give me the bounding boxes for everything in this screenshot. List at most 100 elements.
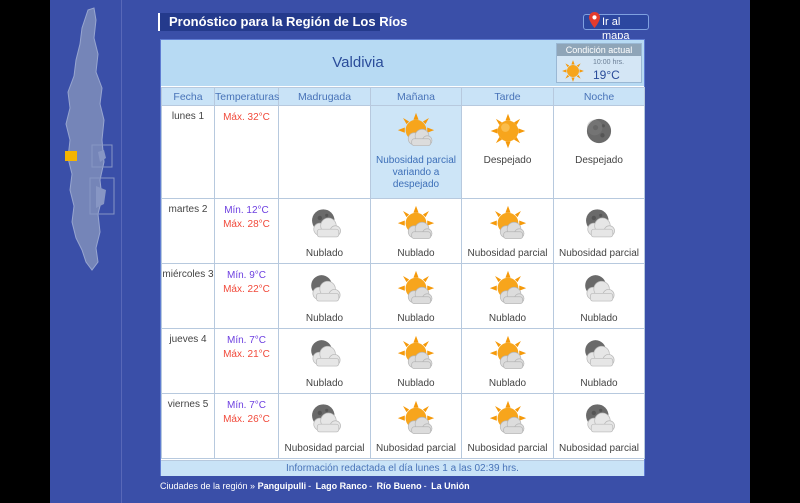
forecast-cell: Nubosidad parcial <box>461 393 554 459</box>
forecast-label: Nublado <box>397 313 435 324</box>
sun-cloud-icon <box>486 335 530 373</box>
forecast-cell: Nubosidad parcial <box>553 393 645 459</box>
sun-cloud-icon <box>394 205 438 243</box>
sun-cloud-icon <box>394 112 438 150</box>
forecast-cell: Nublado <box>461 263 554 329</box>
forecast-cell: Nublado <box>278 328 371 394</box>
forecast-date: miércoles 3 <box>161 263 215 329</box>
forecast-cell: Nublado <box>553 328 645 394</box>
forecast-label: Nublado <box>397 378 435 389</box>
moon-icon <box>577 112 621 150</box>
forecast-cell: Nublado <box>278 198 371 264</box>
moon-cloud-icon <box>303 205 347 243</box>
sun-icon <box>561 59 585 88</box>
sun-cloud-icon <box>486 205 530 243</box>
los-rios-region[interactable] <box>65 151 77 161</box>
city-name: Valdivia <box>332 54 384 71</box>
city-link[interactable]: Río Bueno <box>377 481 422 491</box>
forecast-date: martes 2 <box>161 198 215 264</box>
forecast-label: Nubosidad parcial <box>467 443 548 454</box>
forecast-label: Nublado <box>488 378 527 389</box>
temperature-cell: Mín. 12°C Máx. 28°C <box>214 198 279 264</box>
forecast-label: Nublado <box>580 378 618 389</box>
forecast-cell: Nubosidad parcial <box>461 198 554 264</box>
forecast-label: Nublado <box>305 378 344 389</box>
current-condition-time: 10:00 hrs. <box>593 59 625 66</box>
separator: - <box>308 481 312 491</box>
city-link[interactable]: Lago Ranco <box>316 481 368 491</box>
table-row: lunes 1 Máx. 32°C Nubosidad parcial varian… <box>161 105 645 199</box>
cloud-icon <box>303 335 347 373</box>
forecast-date: lunes 1 <box>161 105 215 199</box>
cloud-icon <box>303 270 347 308</box>
forecast-cell: Despejado <box>461 105 554 199</box>
city-link[interactable]: La Unión <box>431 481 470 491</box>
max-temp: Máx. 21°C <box>223 349 270 360</box>
chile-silhouette <box>65 7 105 271</box>
forecast-cell: Nublado <box>370 263 462 329</box>
page-title: Pronóstico para la Región de Los Ríos <box>158 13 407 31</box>
forecast-label: Nublado <box>397 248 435 259</box>
forecast-cell: Nublado <box>370 328 462 394</box>
min-temp: Mín. 9°C <box>226 270 266 281</box>
table-row: jueves 4 Mín. 7°C Máx. 21°C Nublado Nublado N… <box>161 328 645 394</box>
table-row: martes 2 Mín. 12°C Máx. 28°C Nublado Nublado… <box>161 198 645 264</box>
forecast-label: Despejado <box>575 155 623 166</box>
forecast-cell: Nublado <box>461 328 554 394</box>
page-stage: Pronóstico para la Región de Los Ríos Ir… <box>50 0 750 503</box>
city-header: Valdivia Condición actual 10:00 hrs. 19°… <box>161 40 644 86</box>
temperature-cell: Mín. 7°C Máx. 21°C <box>214 328 279 394</box>
forecast-label: Nublado <box>305 248 344 259</box>
max-temp: Máx. 32°C <box>223 112 270 123</box>
footer-note: Información redactada el día lunes 1 a l… <box>161 460 644 476</box>
sun-cloud-icon <box>486 400 530 438</box>
col-header: Madrugada <box>278 87 371 106</box>
forecast-panel: Valdivia Condición actual 10:00 hrs. 19°… <box>160 39 645 476</box>
max-temp: Máx. 28°C <box>223 219 270 230</box>
table-row: miércoles 3 Mín. 9°C Máx. 22°C Nublado Nubla… <box>161 263 645 329</box>
forecast-label: Nubosidad parcial <box>375 443 457 454</box>
forecast-cell: Nublado <box>553 263 645 329</box>
forecast-cell: Nublado <box>370 198 462 264</box>
temperature-cell: Máx. 32°C <box>214 105 279 199</box>
separator: - <box>423 481 427 491</box>
current-condition: Condición actual 10:00 hrs. 19°C <box>556 43 642 83</box>
forecast-cell: Nubosidad parcial <box>370 393 462 459</box>
sun-cloud-icon <box>486 270 530 308</box>
forecast-label: Nubosidad parcial <box>467 248 548 259</box>
cloud-icon <box>577 270 621 308</box>
table-row: viernes 5 Mín. 7°C Máx. 26°C Nubosidad parc… <box>161 393 645 459</box>
forecast-label: Nubosidad parcial <box>558 443 640 454</box>
island-shape-2 <box>96 186 106 208</box>
forecast-table: Fecha Temperaturas Madrugada Mañana Tard… <box>161 87 645 459</box>
min-temp: Mín. 7°C <box>226 400 266 411</box>
sun-icon <box>486 112 530 150</box>
city-link[interactable]: Panguipulli <box>258 481 307 491</box>
col-header: Noche <box>553 87 645 106</box>
forecast-date: jueves 4 <box>161 328 215 394</box>
current-temperature: 19°C <box>593 68 620 82</box>
forecast-label: Nubosidad parcial variando a despejado <box>375 155 457 190</box>
sun-cloud-icon <box>394 335 438 373</box>
moon-cloud-icon <box>303 400 347 438</box>
max-temp: Máx. 22°C <box>223 284 270 295</box>
chile-map[interactable] <box>50 0 122 503</box>
map-pin-icon <box>589 12 600 32</box>
map-button[interactable]: Ir al mapa <box>583 12 649 42</box>
forecast-cell: Despejado <box>553 105 645 199</box>
forecast-label: Nublado <box>488 313 527 324</box>
forecast-cell: Nubosidad parcial <box>553 198 645 264</box>
separator: - <box>369 481 373 491</box>
forecast-label: Nublado <box>305 313 344 324</box>
max-temp: Máx. 26°C <box>223 414 270 425</box>
col-header: Mañana <box>370 87 462 106</box>
forecast-cell: Nublado <box>278 263 371 329</box>
chile-map-panel[interactable] <box>50 0 122 503</box>
forecast-label: Despejado <box>483 155 532 166</box>
col-header: Tarde <box>461 87 554 106</box>
cities-prefix: Ciudades de la región » <box>160 481 256 491</box>
forecast-date: viernes 5 <box>161 393 215 459</box>
sun-cloud-icon <box>394 270 438 308</box>
forecast-cell <box>278 105 371 199</box>
region-cities: Ciudades de la región » Panguipulli - Lag… <box>160 481 470 491</box>
